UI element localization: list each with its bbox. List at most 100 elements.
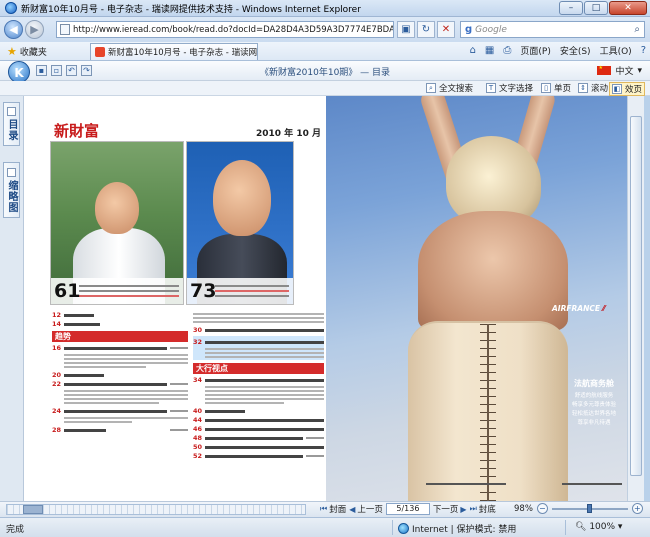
single-page-button[interactable]: ▯ 单页 xyxy=(541,82,571,94)
tab-contents[interactable]: 目录 xyxy=(3,102,20,146)
toc-entry[interactable]: 12 xyxy=(52,311,188,319)
ad-line: 轻松抵达世界各地 xyxy=(571,411,616,417)
scroll-thumb[interactable] xyxy=(630,116,642,476)
safety-menu[interactable]: 安全(S) xyxy=(560,44,591,57)
favorites-button[interactable]: 收藏夹 xyxy=(20,45,47,58)
ad-line: 畅享多元尊贵体验 xyxy=(571,402,616,408)
toc-entry-highlighted[interactable]: 32 xyxy=(193,336,324,360)
zoom-in-icon[interactable]: + xyxy=(631,503,643,514)
undo-icon[interactable]: ↶ xyxy=(66,65,77,76)
toc-entry[interactable]: 34 xyxy=(193,376,324,384)
google-icon: g xyxy=(465,24,473,35)
toc-entry[interactable]: 20 xyxy=(52,371,188,379)
search-placeholder: Google xyxy=(475,24,507,35)
back-button[interactable]: ◀ xyxy=(4,20,23,39)
status-text: 完成 xyxy=(6,525,25,535)
status-zoom-label: 100% xyxy=(589,522,616,532)
forward-button[interactable]: ▶ xyxy=(25,20,44,39)
security-zone[interactable]: Internet | 保护模式: 禁用 xyxy=(398,522,516,535)
feeds-icon[interactable]: ▦ xyxy=(485,45,494,56)
maximize-button[interactable]: □ xyxy=(584,1,608,15)
page-strip-thumb[interactable] xyxy=(23,505,43,514)
toc-entry[interactable]: 22 xyxy=(52,380,188,388)
tab-thumbnails[interactable]: 缩略图 xyxy=(3,162,20,218)
effect-button[interactable]: ◧ 效页 xyxy=(609,82,646,96)
home-icon[interactable]: ⌂ xyxy=(470,45,476,56)
issue-date: 2010 年 10 月 xyxy=(256,129,321,139)
minimize-button[interactable]: – xyxy=(559,1,583,15)
help-icon[interactable]: ? xyxy=(641,45,646,56)
redo-icon[interactable]: ↷ xyxy=(81,65,92,76)
tools-menu[interactable]: 工具(O) xyxy=(600,44,632,57)
favorites-star-icon[interactable]: ★ xyxy=(7,45,17,58)
prev-page-button[interactable]: ◀ 上一页 xyxy=(349,503,383,516)
page-strip-scrollbar[interactable] xyxy=(6,504,306,515)
effect-label: 效页 xyxy=(625,85,643,95)
toc-entry[interactable]: 40 xyxy=(193,407,324,415)
toc-entry[interactable]: 48 xyxy=(193,434,324,442)
search-doc-icon: ⌕ xyxy=(426,83,436,93)
reader-bottombar: ⏮ 封面 ◀ 上一页 5/136 下一页 ▶ ⏭ 封底 98% − + xyxy=(0,501,650,517)
toc-entry[interactable]: 30 xyxy=(193,326,324,334)
close-button[interactable]: ✕ xyxy=(609,1,647,15)
page-icon xyxy=(60,24,70,35)
globe-icon xyxy=(398,523,409,534)
ceo-head xyxy=(213,160,271,236)
fulltext-search-button[interactable]: ⌕ 全文搜索 xyxy=(426,82,473,94)
magazine-viewport[interactable]: 新財富 2010 年 10 月 61 73 12 14 趋势 16 20 22 xyxy=(24,96,627,501)
text-select-button[interactable]: T 文字选择 xyxy=(486,82,533,94)
toc-entry[interactable]: 16 xyxy=(52,344,188,352)
refresh-icon[interactable]: ↻ xyxy=(417,21,435,38)
next-page-button[interactable]: 下一页 ▶ xyxy=(433,503,467,516)
toc-entry[interactable]: 44 xyxy=(193,416,324,424)
compat-view-icon[interactable]: ▣ xyxy=(397,21,415,38)
last-page-button[interactable]: ⏭ 封底 xyxy=(470,503,496,515)
single-page-icon: ▯ xyxy=(541,83,551,93)
advertisement-page[interactable]: AIRFRANCE ⁄⁄ 法航商务舱 舒适的航线服务 畅享多元尊贵体验 轻松抵达… xyxy=(326,96,627,501)
toc-entry[interactable]: 52 xyxy=(193,452,324,460)
language-select[interactable]: 中文 ▾ xyxy=(597,64,642,77)
print-page-icon[interactable]: ▫ xyxy=(51,65,62,76)
fulltext-search-label: 全文搜索 xyxy=(439,84,474,94)
save-icon[interactable]: ▪ xyxy=(36,65,47,76)
url-field[interactable]: http://www.ieread.com/book/read.do?docId… xyxy=(56,21,394,38)
scroll-button[interactable]: ⇕ 滚动 xyxy=(578,82,608,94)
cover-photo-ceo[interactable]: 73 xyxy=(186,141,294,305)
page-flip-icon: ◧ xyxy=(612,84,622,94)
last-page-icon: ⏭ xyxy=(469,504,477,513)
airfrance-wordmark: AIRFRANCE xyxy=(552,304,600,313)
photo2-page-number: 73 xyxy=(190,280,217,302)
zoom-slider-knob[interactable] xyxy=(586,503,592,513)
section-view: 大行视点 xyxy=(193,363,324,374)
page-number-input[interactable]: 5/136 xyxy=(385,503,430,515)
stop-icon[interactable]: ✕ xyxy=(437,21,455,38)
zoom-level: 98% xyxy=(514,503,533,514)
magazine-masthead: 新財富 xyxy=(54,122,100,140)
status-bar: 完成 Internet | 保护模式: 禁用 🔍︎ 100% ▾ xyxy=(0,517,650,537)
first-page-button[interactable]: ⏮ 封面 xyxy=(320,503,346,515)
text-select-label: 文字选择 xyxy=(499,84,534,94)
zoom-out-icon[interactable]: − xyxy=(536,503,548,514)
browser-tab[interactable]: 新财富10年10月号 - 电子杂志 - 瑞读网提供技术... xyxy=(90,43,258,60)
toc-entry[interactable]: 50 xyxy=(193,443,324,451)
vertical-scrollbar[interactable] xyxy=(627,96,644,501)
tab-favicon-icon xyxy=(95,47,105,57)
toc-entry[interactable]: 14 xyxy=(52,320,188,328)
next-page-icon: ▶ xyxy=(460,504,467,514)
page-menu[interactable]: 页面(P) xyxy=(520,44,550,57)
print-icon[interactable]: ⎙ xyxy=(503,45,511,56)
model-back xyxy=(418,211,568,331)
toc-entry[interactable]: 28 xyxy=(52,426,188,434)
cover-photo-doctor[interactable]: 61 xyxy=(50,141,184,305)
search-field[interactable]: g Google ⌕ xyxy=(460,21,645,38)
status-zoom-button[interactable]: 🔍︎ 100% ▾ xyxy=(575,522,622,532)
reader-title[interactable]: 《新财富2010年10期》 — 目录 xyxy=(260,65,390,78)
zoom-slider[interactable] xyxy=(551,503,628,513)
ad-line: 舒适的航线服务 xyxy=(574,393,614,399)
tab-contents-label: 目录 xyxy=(6,119,17,141)
ie-logo-icon xyxy=(5,2,17,14)
toc-entry[interactable]: 46 xyxy=(193,425,324,433)
toc-entry[interactable]: 24 xyxy=(52,407,188,415)
dropdown-arrow-icon: ▾ xyxy=(637,65,642,76)
search-icon[interactable]: ⌕ xyxy=(634,24,640,35)
